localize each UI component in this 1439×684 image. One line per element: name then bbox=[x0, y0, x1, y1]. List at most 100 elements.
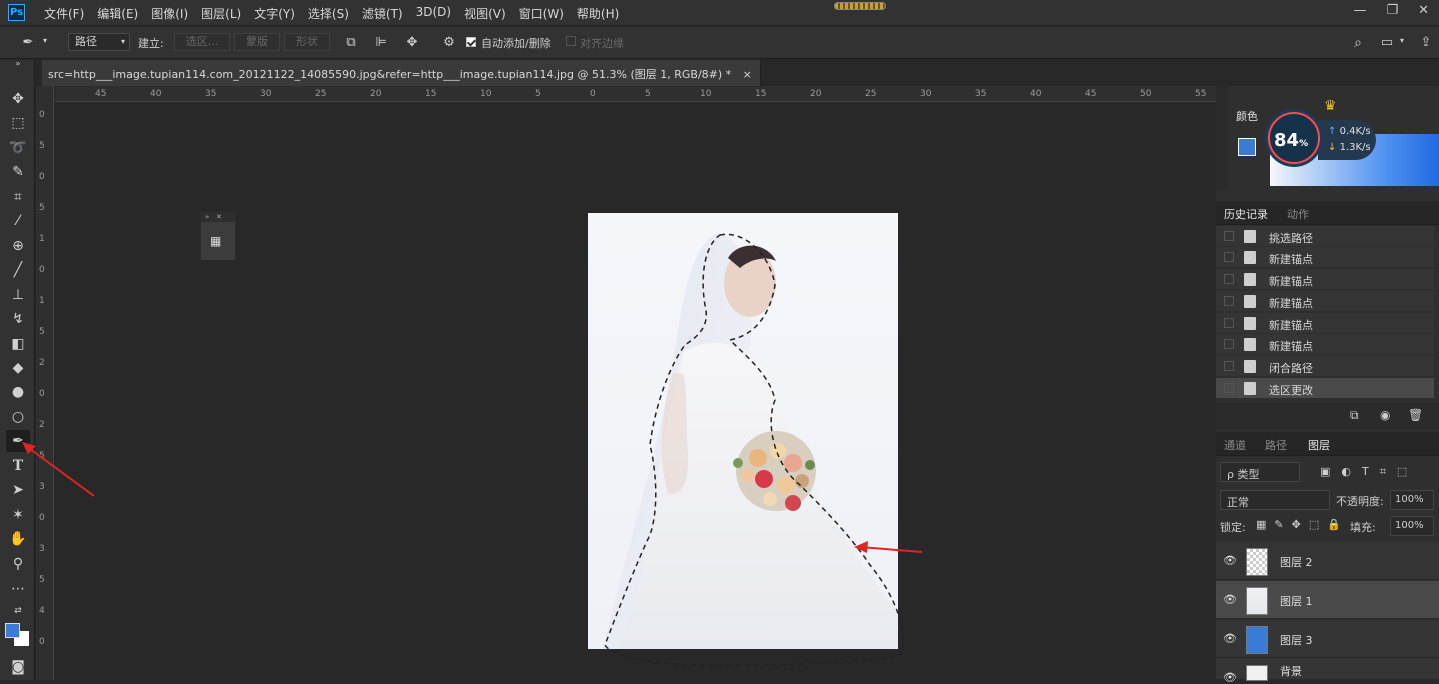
move-tool-icon[interactable]: ✥ bbox=[6, 88, 30, 110]
eyedropper-tool-icon[interactable]: ⁄ bbox=[6, 210, 30, 232]
history-item[interactable]: 闭合路径 bbox=[1216, 356, 1434, 377]
network-speed-widget[interactable]: ♛ ↑ 0.4K/s ↓ 1.3K/s 84% bbox=[1262, 98, 1378, 176]
tool-mode-select[interactable]: 路径 ▾ bbox=[68, 33, 130, 51]
swap-colors-icon[interactable]: ⇄ bbox=[6, 600, 30, 622]
menu-3d[interactable]: 3D(D) bbox=[416, 5, 451, 22]
history-snapshot-checkbox[interactable] bbox=[1224, 339, 1234, 349]
layer-row-selected[interactable]: 👁 图层 1 bbox=[1216, 581, 1439, 619]
blend-mode-select[interactable]: 正常 bbox=[1220, 490, 1330, 510]
new-document-from-state-icon[interactable]: ⧉ bbox=[1350, 408, 1359, 423]
document-icon bbox=[1244, 338, 1256, 351]
menu-help[interactable]: 帮助(H) bbox=[577, 5, 619, 22]
history-item[interactable]: 新建锚点 bbox=[1216, 269, 1434, 290]
menu-file[interactable]: 文件(F) bbox=[44, 5, 84, 22]
eye-icon[interactable]: 👁 bbox=[1223, 671, 1237, 684]
menu-filter[interactable]: 滤镜(T) bbox=[362, 5, 403, 22]
custom-shape-tool-icon[interactable]: ✶ bbox=[6, 504, 30, 526]
quick-mask-icon[interactable]: ◙ bbox=[6, 656, 30, 678]
tab-history[interactable]: 历史记录 bbox=[1224, 206, 1268, 222]
eraser-tool-icon[interactable]: ◧ bbox=[6, 333, 30, 355]
history-item[interactable]: 挑选路径 bbox=[1216, 226, 1434, 247]
layer-row[interactable]: 👁 背景 bbox=[1216, 659, 1439, 684]
close-tab-icon[interactable]: × bbox=[743, 68, 752, 81]
history-snapshot-checkbox[interactable] bbox=[1224, 361, 1234, 371]
quick-selection-tool-icon[interactable]: ✎ bbox=[6, 161, 30, 183]
minimize-button[interactable]: — bbox=[1353, 3, 1366, 18]
opacity-field[interactable]: 100% bbox=[1390, 490, 1434, 510]
eye-icon[interactable]: 👁 bbox=[1223, 632, 1237, 645]
chevron-down-icon[interactable]: ▾ bbox=[43, 36, 47, 45]
hand-tool-icon[interactable]: ✋ bbox=[6, 528, 30, 550]
layer-row[interactable]: 👁 图层 3 bbox=[1216, 620, 1439, 658]
document-tab[interactable]: src=http___image.tupian114.com_20121122_… bbox=[42, 60, 761, 86]
history-snapshot-checkbox[interactable] bbox=[1224, 231, 1234, 241]
history-snapshot-checkbox[interactable] bbox=[1224, 252, 1234, 262]
healing-brush-tool-icon[interactable]: ⊕ bbox=[6, 235, 30, 257]
down-arrow-icon: ↓ bbox=[1328, 142, 1337, 153]
tab-paths[interactable]: 路径 bbox=[1265, 437, 1287, 453]
history-snapshot-checkbox[interactable] bbox=[1224, 274, 1234, 284]
menu-image[interactable]: 图像(I) bbox=[151, 5, 188, 22]
history-item[interactable]: 新建锚点 bbox=[1216, 313, 1434, 334]
history-item-selected[interactable]: 选区更改 bbox=[1216, 378, 1434, 399]
share-icon[interactable]: ⇪ bbox=[1418, 35, 1434, 51]
layer-filter-select[interactable]: ρ 类型 bbox=[1220, 462, 1300, 482]
eye-icon[interactable]: 👁 bbox=[1223, 593, 1237, 606]
gear-icon[interactable]: ⚙ bbox=[441, 35, 457, 51]
history-brush-tool-icon[interactable]: ↯ bbox=[6, 308, 30, 330]
tab-channels[interactable]: 通道 bbox=[1224, 437, 1246, 453]
workspace-icon[interactable]: ▭ bbox=[1379, 35, 1395, 51]
fill-field[interactable]: 100% bbox=[1390, 516, 1434, 536]
chevron-down-icon[interactable]: ▾ bbox=[1400, 36, 1404, 45]
path-operations-icon[interactable]: ⧉ bbox=[343, 35, 359, 51]
brush-tool-icon[interactable]: ╱ bbox=[6, 259, 30, 281]
menu-edit[interactable]: 编辑(E) bbox=[97, 5, 138, 22]
collapse-toolbar-icon[interactable]: » bbox=[6, 60, 30, 70]
restore-button[interactable]: ❐ bbox=[1386, 3, 1398, 18]
make-shape-button[interactable]: 形状 bbox=[284, 33, 330, 51]
clone-stamp-tool-icon[interactable]: ⊥ bbox=[6, 284, 30, 306]
history-snapshot-checkbox[interactable] bbox=[1224, 296, 1234, 306]
color-panel-foreground[interactable] bbox=[1238, 138, 1256, 156]
auto-add-delete-checkbox[interactable] bbox=[466, 37, 476, 47]
history-item[interactable]: 新建锚点 bbox=[1216, 291, 1434, 312]
tab-color[interactable]: 颜色 bbox=[1236, 108, 1258, 124]
lasso-tool-icon[interactable]: ➰ bbox=[6, 137, 30, 159]
more-tools-icon[interactable]: ⋯ bbox=[6, 578, 30, 600]
blur-tool-icon[interactable]: ● bbox=[6, 381, 30, 403]
make-mask-button[interactable]: 蒙版 bbox=[234, 33, 280, 51]
pen-tool-preset-icon[interactable]: ✒ bbox=[20, 35, 36, 51]
lock-icons[interactable]: ▦✎✥⬚🔒 bbox=[1256, 518, 1349, 531]
dodge-tool-icon[interactable]: ○ bbox=[6, 406, 30, 428]
chevron-down-icon: ▾ bbox=[120, 37, 125, 46]
tab-actions[interactable]: 动作 bbox=[1287, 206, 1309, 222]
path-arrangement-icon[interactable]: ✥ bbox=[404, 35, 420, 51]
foreground-color-swatch[interactable] bbox=[5, 623, 20, 638]
align-edges-checkbox[interactable] bbox=[566, 36, 576, 46]
menu-view[interactable]: 视图(V) bbox=[464, 5, 506, 22]
crop-tool-icon[interactable]: ⌗ bbox=[6, 186, 30, 208]
history-item[interactable]: 新建锚点 bbox=[1216, 247, 1434, 268]
history-item[interactable]: 新建锚点 bbox=[1216, 334, 1434, 355]
search-icon[interactable]: ⌕ bbox=[1350, 35, 1366, 51]
tab-layers[interactable]: 图层 bbox=[1308, 437, 1330, 453]
close-window-button[interactable]: ✕ bbox=[1418, 3, 1429, 18]
history-snapshot-checkbox[interactable] bbox=[1224, 383, 1234, 393]
camera-icon[interactable]: ◉ bbox=[1380, 408, 1390, 422]
trash-icon[interactable]: 🗑 bbox=[1408, 408, 1423, 422]
menu-select[interactable]: 选择(S) bbox=[308, 5, 349, 22]
marquee-tool-icon[interactable]: ⬚ bbox=[6, 112, 30, 134]
zoom-tool-icon[interactable]: ⚲ bbox=[6, 553, 30, 575]
layer-row[interactable]: 👁 图层 2 bbox=[1216, 542, 1439, 580]
menu-type[interactable]: 文字(Y) bbox=[254, 5, 295, 22]
path-alignment-icon[interactable]: ⊫ bbox=[373, 35, 389, 51]
layer-filter-icons[interactable]: ▣◐T⌗⬚ bbox=[1320, 465, 1418, 479]
properties-icon[interactable]: ▦ bbox=[210, 234, 226, 248]
eye-icon[interactable]: 👁 bbox=[1223, 554, 1237, 567]
make-selection-button[interactable]: 选区... bbox=[174, 33, 230, 51]
menu-window[interactable]: 窗口(W) bbox=[519, 5, 564, 22]
history-snapshot-checkbox[interactable] bbox=[1224, 318, 1234, 328]
history-footer: ⧉ ◉ 🗑 bbox=[1216, 403, 1439, 429]
menu-layer[interactable]: 图层(L) bbox=[201, 5, 241, 22]
paint-bucket-tool-icon[interactable]: ◆ bbox=[6, 357, 30, 379]
